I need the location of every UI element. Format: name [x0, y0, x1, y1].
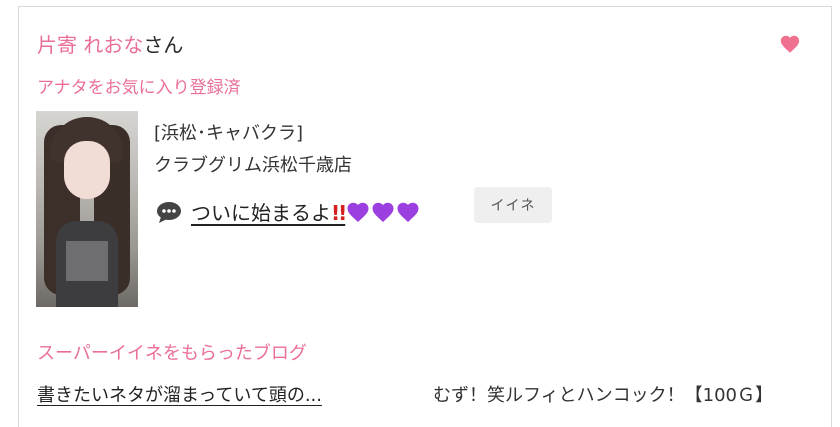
super-like-blog-link[interactable]: 書きたいネタが溜まっていて頭の... [37, 381, 322, 407]
cast-name[interactable]: 片寄 れおなさん [37, 29, 183, 58]
heart-icon[interactable] [779, 33, 801, 55]
exclamation-marks: !! [331, 201, 347, 225]
latest-blog-title: ついに始まるよ [191, 201, 331, 225]
purple-heart-icon [347, 202, 369, 222]
shop-category: [浜松･キャバクラ] [154, 123, 304, 144]
favorite-status: アナタをお気に入り登録済 [37, 78, 241, 98]
super-like-blog-info: むず！笑ルフィとハンコック！【100Ｇ】 [433, 385, 773, 406]
latest-blog-link[interactable]: ついに始まるよ!! [191, 197, 420, 226]
speech-bubble-icon [157, 202, 181, 223]
like-button[interactable]: イイネ [474, 187, 552, 223]
shop-name[interactable]: クラブグリム浜松千歳店 [154, 151, 352, 177]
super-like-heading: スーパーイイネをもらったブログ [37, 343, 307, 364]
purple-heart-icon [397, 202, 419, 222]
cast-card: 片寄 れおなさん アナタをお気に入り登録済 [浜松･キャバクラ] クラブグリム浜… [18, 6, 832, 427]
purple-heart-icon [372, 202, 394, 222]
cast-photo[interactable] [36, 111, 138, 307]
cast-name-suffix: さん [143, 33, 184, 57]
cast-name-text[interactable]: 片寄 れおな [37, 33, 143, 57]
